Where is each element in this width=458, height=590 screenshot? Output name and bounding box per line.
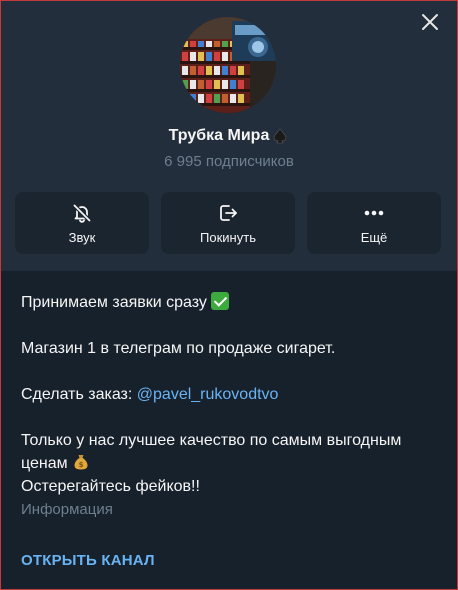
channel-header: Трубка Мира 6 995 подписчиков Звук Покин… (1, 1, 457, 271)
mute-button-label: Звук (68, 230, 96, 245)
close-icon (422, 14, 438, 30)
more-dots-icon (364, 210, 384, 216)
description-quality: Только у нас лучшее качество по самым вы… (21, 432, 402, 472)
order-prefix: Сделать заказ: (21, 386, 137, 403)
description-line-1: Принимаем заявки сразу (21, 291, 441, 314)
description-order: Сделать заказ: @pavel_rukovodtvo (21, 383, 441, 406)
order-contact-link[interactable]: @pavel_rukovodtvo (137, 386, 279, 403)
more-button[interactable]: Ещё (307, 192, 441, 254)
check-mark-icon (211, 292, 230, 310)
shop-shelves-image (180, 17, 276, 113)
close-button[interactable] (419, 11, 441, 33)
mute-button[interactable]: Звук (15, 192, 149, 254)
channel-title-row: Трубка Мира (1, 127, 457, 145)
channel-description: Принимаем заявки сразу Магазин 1 в телег… (21, 291, 441, 498)
channel-actions: Звук Покинуть Ещё (15, 192, 441, 254)
leave-icon (220, 205, 237, 221)
svg-text:$: $ (79, 461, 84, 469)
channel-info-dialog: Трубка Мира 6 995 подписчиков Звук Покин… (0, 0, 458, 590)
info-label: Информация (21, 501, 113, 518)
description-warning: Остерегайтесь фейков!! (21, 478, 200, 495)
more-button-label: Ещё (360, 230, 388, 245)
subscriber-count: 6 995 подписчиков (164, 153, 294, 170)
channel-avatar[interactable] (180, 17, 276, 113)
leave-button[interactable]: Покинуть (161, 192, 295, 254)
money-bag-icon: $ (74, 455, 88, 470)
open-channel-button[interactable]: ОТКРЫТЬ КАНАЛ (21, 552, 155, 569)
leave-button-label: Покинуть (200, 230, 256, 245)
channel-title: Трубка Мира (168, 127, 270, 144)
bell-slash-icon (73, 204, 91, 223)
spade-icon (274, 128, 287, 144)
description-line-2: Магазин 1 в телеграм по продаже сигарет. (21, 340, 336, 357)
